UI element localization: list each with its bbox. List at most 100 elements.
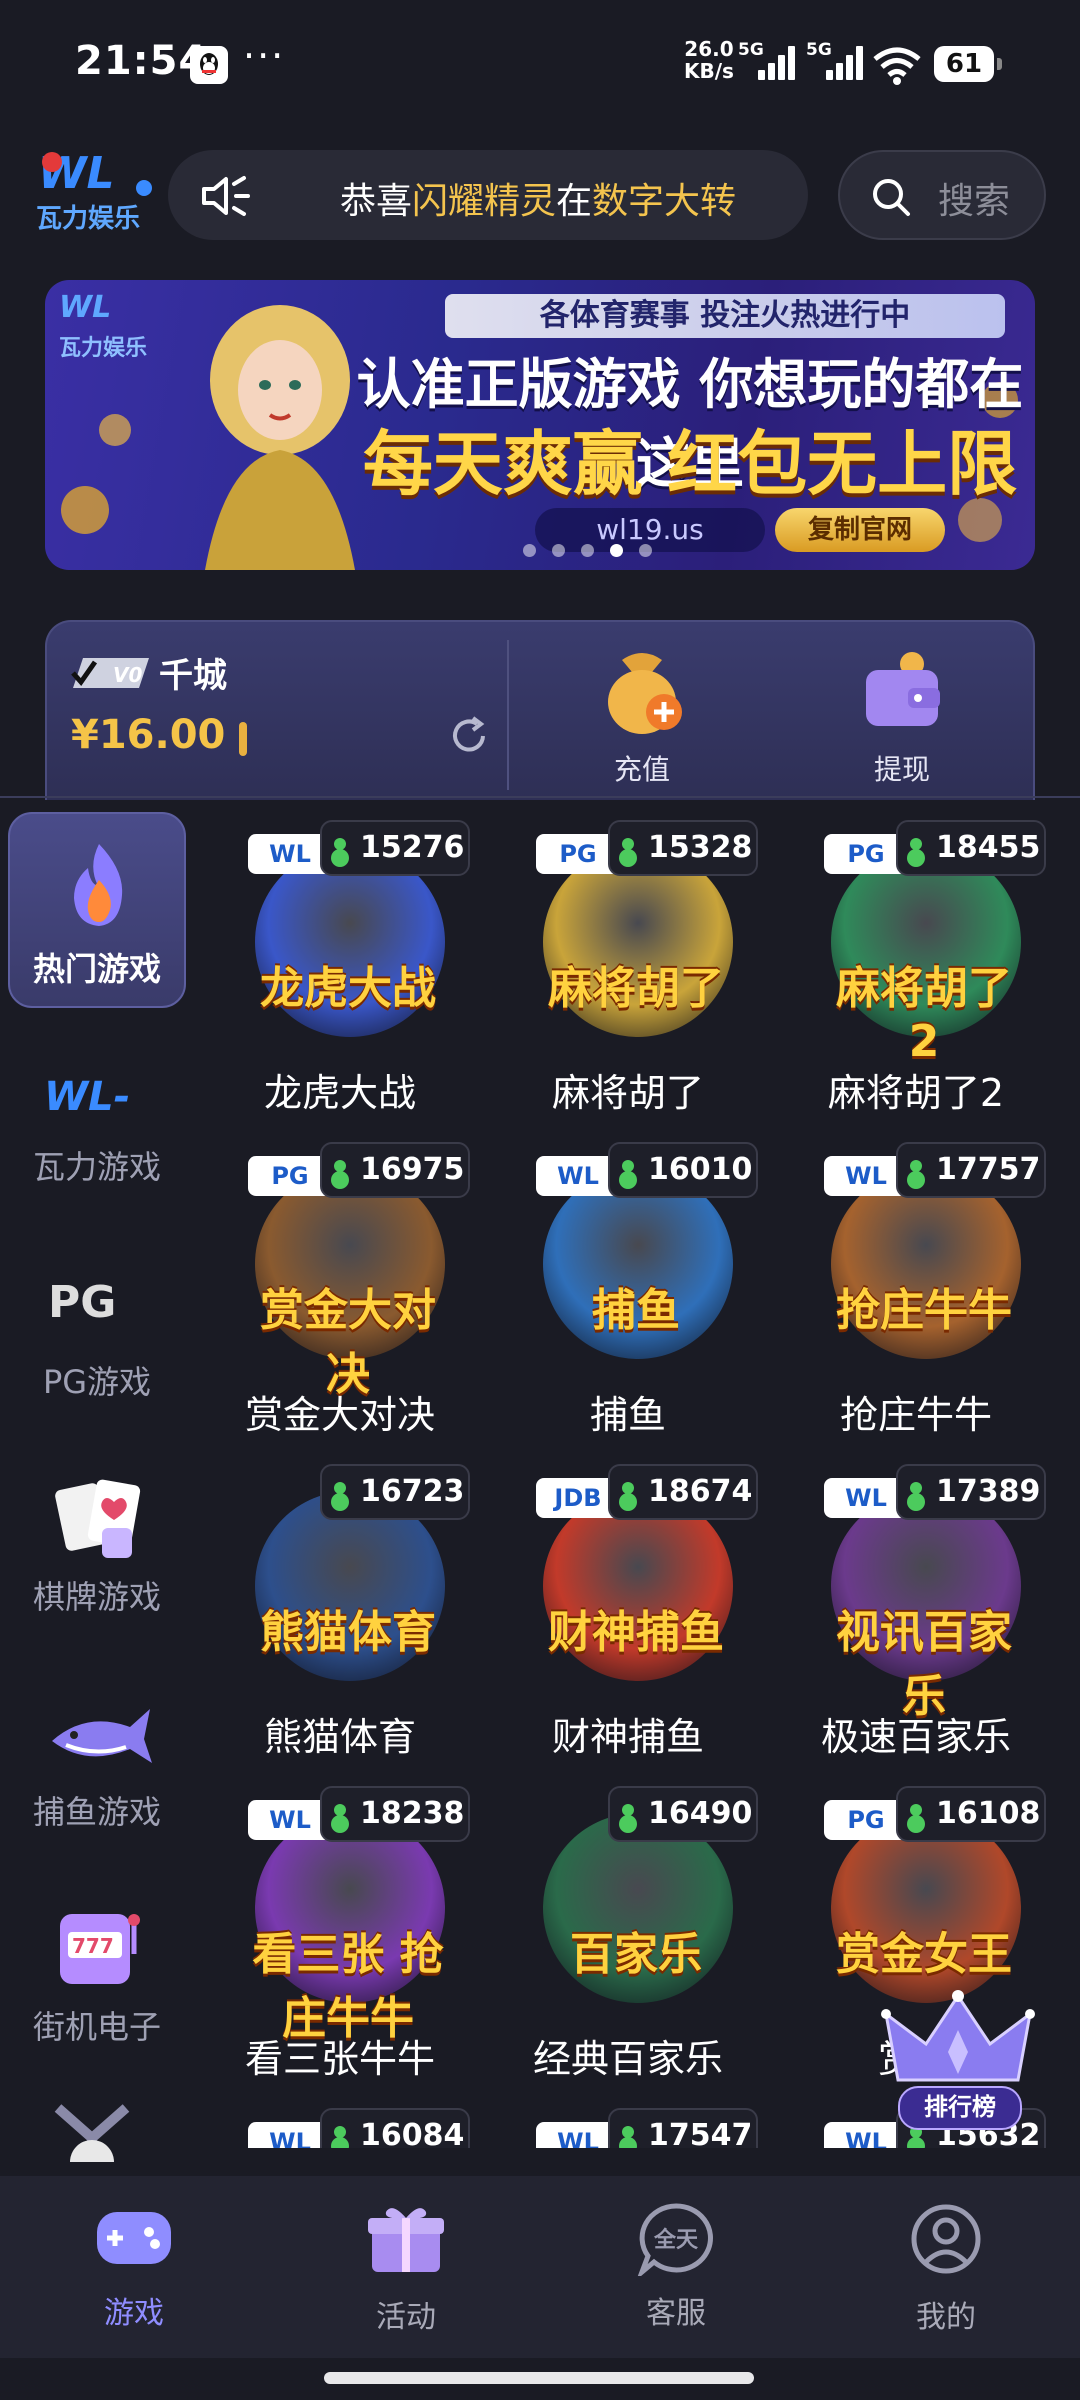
banner-dot[interactable] bbox=[552, 544, 565, 557]
search-label: 搜索 bbox=[938, 181, 1011, 222]
sidebar-label: 捕鱼游戏 bbox=[32, 1793, 161, 1831]
wallet-icon bbox=[866, 652, 940, 726]
home-indicator[interactable] bbox=[324, 2372, 754, 2384]
game-art-title: 赏金女王 bbox=[836, 1929, 1012, 1980]
online-players-badge: 18455 bbox=[896, 820, 1046, 876]
sidebar-item-card-games[interactable]: 棋牌游戏 bbox=[8, 1452, 186, 1648]
game-card[interactable]: 抢庄牛牛 WL 17757 抢庄牛牛 bbox=[776, 1134, 1056, 1444]
sidebar-item-hot-games[interactable]: 热门游戏 bbox=[8, 812, 186, 1008]
sidebar-label: 热门游戏 bbox=[32, 950, 161, 988]
slot-machine-icon: 777 bbox=[60, 1914, 140, 1984]
game-art-title: 熊猫体育 bbox=[260, 1607, 436, 1658]
banner-dot[interactable] bbox=[523, 544, 536, 557]
game-card[interactable]: 财神捕鱼 JDB 18674 财神捕鱼 bbox=[488, 1456, 768, 1766]
banner-dot[interactable] bbox=[581, 544, 594, 557]
category-sidebar: 热门游戏 WL- 瓦力游戏 PG PG游戏 棋牌游戏 捕鱼游戏 777 街机电子 bbox=[0, 812, 200, 2172]
notice-player: 闪耀精灵 bbox=[412, 181, 557, 222]
game-card[interactable]: 看三张 抢庄牛牛 WL 18238 看三张牛牛 bbox=[200, 1778, 480, 2088]
signal-icon-2 bbox=[826, 46, 866, 80]
game-card[interactable]: 百家乐 16490 经典百家乐 bbox=[488, 1778, 768, 2088]
support-badge-text: 全天 bbox=[653, 2228, 698, 2253]
speaker-icon bbox=[202, 176, 250, 216]
notice-mid: 在 bbox=[556, 181, 593, 222]
game-name: 熊猫体育 bbox=[263, 1715, 416, 1759]
nav-label: 游戏 bbox=[104, 2296, 164, 2331]
game-name: 捕鱼 bbox=[589, 1393, 666, 1437]
sidebar-item-fishing-games[interactable]: 捕鱼游戏 bbox=[8, 1667, 186, 1863]
game-card[interactable]: WL 16084 bbox=[200, 2100, 480, 2148]
network-speed: 26.0 KB/s bbox=[684, 38, 734, 82]
game-art-title: 捕鱼 bbox=[592, 1285, 680, 1336]
game-art-title: 百家乐 bbox=[570, 1929, 702, 1980]
game-card[interactable]: 龙虎大战 WL 15276 龙虎大战 bbox=[200, 812, 480, 1122]
wali-logo-icon: WL- bbox=[44, 1074, 131, 1120]
nav-tab-profile[interactable]: 我的 bbox=[856, 2202, 1036, 2336]
banner-dot-active[interactable] bbox=[610, 544, 623, 557]
withdraw-button[interactable]: 提现 bbox=[837, 640, 967, 788]
nav-tab-games[interactable]: 游戏 bbox=[44, 2202, 224, 2332]
crown-icon bbox=[881, 1990, 1035, 2082]
game-card[interactable]: 视讯百家乐 WL 17389 极速百家乐 bbox=[776, 1456, 1056, 1766]
nav-tab-customer-service[interactable]: 全天 客服 bbox=[586, 2202, 766, 2332]
game-card[interactable]: 麻将胡了2 PG 18455 麻将胡了2 bbox=[776, 812, 1056, 1122]
wifi-icon bbox=[872, 45, 922, 89]
game-card[interactable]: 赏金大对决 PG 16975 赏金大对决 bbox=[200, 1134, 480, 1444]
refresh-icon[interactable] bbox=[447, 714, 491, 758]
vip-badge: V0 bbox=[69, 656, 151, 690]
username: 千城 bbox=[159, 656, 227, 696]
nav-label: 活动 bbox=[376, 2300, 436, 2335]
wallet-divider bbox=[507, 640, 509, 790]
online-players-badge: 18674 bbox=[608, 1464, 758, 1520]
game-art-title: 抢庄牛牛 bbox=[836, 1285, 1012, 1336]
svg-text:777: 777 bbox=[72, 1934, 114, 1958]
sidebar-item-pg-games[interactable]: PG PG游戏 bbox=[8, 1237, 186, 1433]
promo-banner[interactable]: WL 瓦力娱乐 各体育赛事 投注火热进行中 认准正版游戏 你想玩的都在这里 每天… bbox=[45, 280, 1035, 570]
game-card[interactable]: 麻将胡了 PG 15328 麻将胡了 bbox=[488, 812, 768, 1122]
nav-label: 客服 bbox=[646, 2296, 706, 2331]
shark-icon bbox=[52, 1709, 152, 1763]
notice-game: 数字大转 bbox=[592, 181, 737, 222]
svg-text:V0: V0 bbox=[113, 663, 142, 687]
game-art-title: 赏金大对决 bbox=[260, 1285, 436, 1400]
game-name: 麻将胡了 bbox=[551, 1071, 704, 1115]
game-name: 极速百家乐 bbox=[820, 1715, 1011, 1759]
banner-logo: WL bbox=[59, 290, 112, 325]
game-card[interactable]: 熊猫体育 16723 熊猫体育 bbox=[200, 1456, 480, 1766]
game-name: 龙虎大战 bbox=[263, 1071, 416, 1115]
search-button[interactable]: 搜索 bbox=[838, 150, 1046, 240]
status-more-icon: ··· bbox=[243, 34, 286, 78]
game-art-title: 龙虎大战 bbox=[260, 963, 436, 1014]
deposit-label: 充值 bbox=[613, 753, 670, 786]
balance-coin-icon bbox=[239, 722, 247, 756]
qq-notification-icon bbox=[190, 46, 228, 84]
game-card[interactable]: WL 17547 bbox=[488, 2100, 768, 2148]
game-card[interactable]: 捕鱼 WL 16010 捕鱼 bbox=[488, 1134, 768, 1444]
game-name: 经典百家乐 bbox=[532, 2037, 723, 2081]
game-art-title: 麻将胡了2 bbox=[836, 963, 1012, 1067]
nav-label: 我的 bbox=[916, 2300, 976, 2335]
leaderboard-button[interactable]: 排行榜 bbox=[878, 1990, 1038, 2140]
banner-line-1: 各体育赛事 投注火热进行中 bbox=[445, 294, 1005, 338]
sidebar-item-arcade-games[interactable]: 777 街机电子 bbox=[8, 1882, 186, 2078]
banner-dot[interactable] bbox=[639, 544, 652, 557]
notice-marquee[interactable]: 恭喜闪耀精灵在数字大转 bbox=[168, 150, 808, 240]
game-name: 麻将胡了2 bbox=[827, 1071, 1005, 1115]
sidebar-label: PG游戏 bbox=[42, 1363, 152, 1401]
sidebar-more-icon[interactable] bbox=[52, 2102, 132, 2162]
nav-tab-activities[interactable]: 活动 bbox=[316, 2202, 496, 2336]
game-art-title: 视讯百家乐 bbox=[836, 1607, 1012, 1722]
balance-amount: ¥16.00 bbox=[71, 712, 226, 758]
withdraw-label: 提现 bbox=[873, 753, 930, 786]
online-players-badge: 17757 bbox=[896, 1142, 1046, 1198]
search-icon bbox=[873, 179, 910, 216]
sidebar-item-wali-games[interactable]: WL- 瓦力游戏 bbox=[8, 1022, 186, 1218]
online-players-badge: 16975 bbox=[320, 1142, 470, 1198]
signal-icon bbox=[758, 46, 798, 80]
sidebar-label: 街机电子 bbox=[32, 2008, 161, 2046]
deposit-button[interactable]: 充值 bbox=[577, 640, 707, 788]
online-players-badge: 16723 bbox=[320, 1464, 470, 1520]
online-players-badge: 17547 bbox=[608, 2108, 758, 2148]
copy-site-button[interactable]: 复制官网 bbox=[775, 508, 945, 552]
user-icon bbox=[911, 2204, 981, 2274]
logo-text: 瓦力娱乐 bbox=[36, 204, 141, 234]
